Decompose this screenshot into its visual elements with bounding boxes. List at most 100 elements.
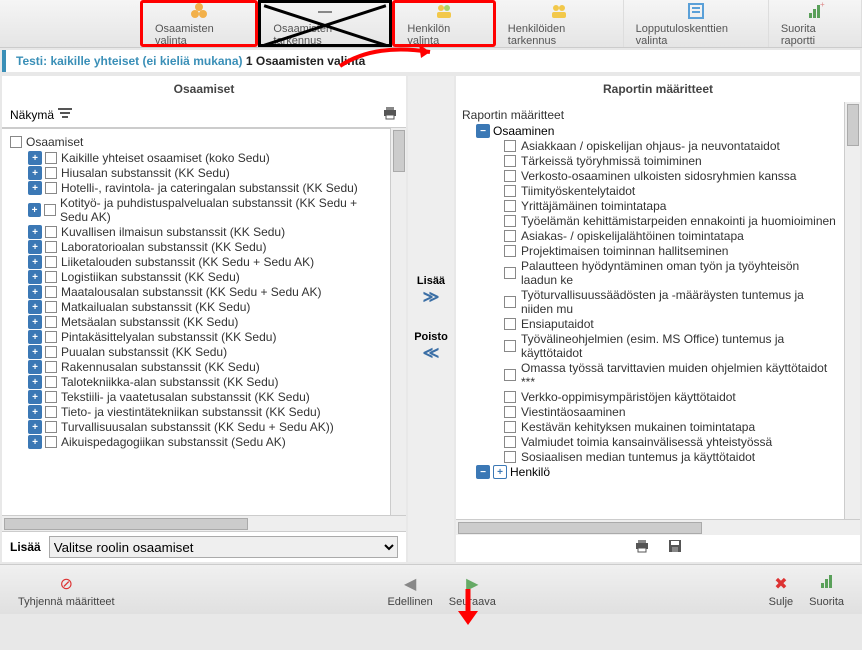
checkbox[interactable] [504,421,516,433]
checkbox[interactable] [45,421,57,433]
expand-icon[interactable]: + [28,390,42,404]
checkbox[interactable] [45,376,57,388]
checkbox[interactable] [504,230,516,242]
expand-icon[interactable]: + [28,255,42,269]
checkbox[interactable] [45,316,57,328]
toolbar-henkilon-valinta[interactable]: Henkilön valinta [392,0,495,47]
vertical-scrollbar[interactable] [390,128,406,515]
checkbox[interactable] [504,451,516,463]
checkbox[interactable] [45,256,57,268]
expand-icon[interactable]: + [28,181,42,195]
print-icon[interactable] [382,106,398,123]
clear-icon: ⊘ [60,574,73,594]
checkbox[interactable] [45,406,57,418]
checkbox[interactable] [44,204,56,216]
checkbox[interactable] [45,391,57,403]
tree-node: +Aikuispedagogiikan substanssit (Sedu AK… [28,435,386,449]
toolbar-osaamisten-valinta[interactable]: Osaamisten valinta [140,0,258,47]
clear-attributes-button[interactable]: ⊘ Tyhjennä määritteet [10,572,123,610]
left-tree: Osaamiset +Kaikille yhteiset osaamiset (… [2,128,390,515]
list-item: Tiimityöskentelytaidot [504,184,838,198]
add-button[interactable]: Lisää ≫ [417,275,445,307]
expand-icon[interactable]: + [493,465,507,479]
checkbox[interactable] [504,436,516,448]
expand-icon[interactable]: + [28,360,42,374]
checkbox[interactable] [45,152,57,164]
expand-icon[interactable]: + [28,420,42,434]
previous-button[interactable]: ◀ Edellinen [379,572,440,610]
expand-icon[interactable]: + [28,225,42,239]
expand-icon[interactable]: + [28,345,42,359]
expand-icon[interactable]: + [28,151,42,165]
expand-icon[interactable]: + [28,300,42,314]
checkbox[interactable] [504,406,516,418]
checkbox[interactable] [45,286,57,298]
expand-icon[interactable]: + [28,315,42,329]
close-button[interactable]: ✖ Sulje [761,572,801,610]
expand-icon[interactable]: + [28,285,42,299]
list-item: Työturvallisuussäädösten ja -määräysten … [504,288,838,316]
expand-icon[interactable]: + [28,166,42,180]
toolbar-osaamisten-tarkennus[interactable]: Osaamisten tarkennus [258,0,392,47]
right-item-label: Tiimityöskentelytaidot [521,184,635,198]
remove-button[interactable]: Poisto ≪ [414,331,448,363]
horizontal-scrollbar[interactable] [2,515,406,531]
list-item: Asiakkaan / opiskelijan ohjaus- ja neuvo… [504,139,838,153]
toolbar-henkiloiden-tarkennus[interactable]: Henkilöiden tarkennus [496,0,624,47]
checkbox[interactable] [45,182,57,194]
checkbox[interactable] [504,170,516,182]
role-select[interactable]: Valitse roolin osaamiset [49,536,398,558]
expand-icon[interactable]: + [28,330,42,344]
checkbox[interactable] [504,185,516,197]
print-icon[interactable] [634,539,650,558]
checkbox[interactable] [504,391,516,403]
checkbox[interactable] [45,346,57,358]
checkbox[interactable] [504,369,516,381]
expand-icon[interactable]: + [28,270,42,284]
run-button[interactable]: Suorita [801,571,852,610]
checkbox[interactable] [45,436,57,448]
vertical-scrollbar[interactable] [844,102,860,519]
checkbox[interactable] [45,301,57,313]
right-item-label: Työelämän kehittämistarpeiden ennakointi… [521,214,836,228]
checkbox[interactable] [45,331,57,343]
checkbox[interactable] [504,296,516,308]
tree-node: +Kaikille yhteiset osaamiset (koko Sedu) [28,151,386,165]
checkbox[interactable] [504,155,516,167]
collapse-icon[interactable]: − [476,124,490,138]
checkbox[interactable] [45,226,57,238]
checkbox[interactable] [504,267,516,279]
checkbox[interactable] [45,167,57,179]
checkbox[interactable] [10,136,22,148]
filter-icon[interactable] [58,107,72,122]
expand-icon[interactable]: + [28,435,42,449]
toolbar-label: Suorita raportti [781,23,849,47]
save-icon[interactable] [668,539,682,558]
checkbox[interactable] [504,318,516,330]
checkbox[interactable] [504,140,516,152]
tree-node: +Rakennusalan substanssit (KK Sedu) [28,360,386,374]
right-item-label: Verkosto-osaaminen ulkoisten sidosryhmie… [521,169,796,183]
checkbox[interactable] [504,215,516,227]
tree-node: +Matkailualan substanssit (KK Sedu) [28,300,386,314]
expand-icon[interactable]: + [28,240,42,254]
checkbox[interactable] [45,271,57,283]
checkbox[interactable] [45,361,57,373]
toolbar-suorita-raportti[interactable]: + Suorita raportti [769,0,862,47]
horizontal-scrollbar[interactable] [456,519,860,535]
expand-icon[interactable]: + [28,375,42,389]
right-sub-label: Osaaminen [493,124,554,138]
expand-icon[interactable]: + [28,405,42,419]
toolbar-lopputuloskenttien-valinta[interactable]: Lopputuloskenttien valinta [624,0,769,47]
checkbox[interactable] [504,245,516,257]
checkbox[interactable] [504,340,516,352]
right-panel-title: Raportin määritteet [456,76,860,102]
collapse-icon[interactable]: − [476,465,490,479]
expand-icon[interactable]: + [28,203,41,217]
right-item-label: Yrittäjämäinen toimintatapa [521,199,666,213]
checkbox[interactable] [45,241,57,253]
checkbox[interactable] [504,200,516,212]
next-button[interactable]: ▶ Seuraava [441,572,504,610]
tree-root-label: Osaamiset [26,135,83,149]
lisaa-label: Lisää [10,540,41,554]
